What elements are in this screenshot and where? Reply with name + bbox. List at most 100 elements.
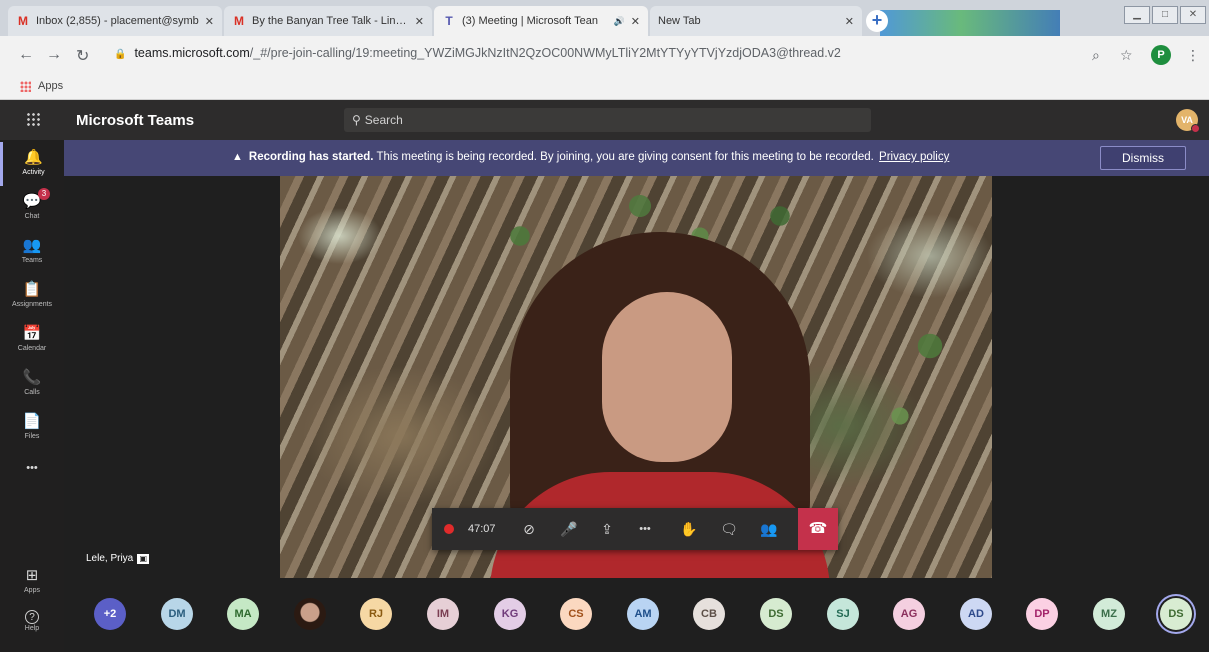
dismiss-button[interactable]: Dismiss: [1100, 146, 1186, 170]
close-window-button[interactable]: ✕: [1180, 6, 1206, 24]
participant-avatar[interactable]: DP: [1026, 598, 1058, 630]
camera-off-icon[interactable]: ⊘: [514, 508, 544, 550]
forward-arrow-icon[interactable]: →: [46, 46, 62, 64]
app-launcher-icon[interactable]: [26, 112, 40, 126]
apps-icon: ⊞: [25, 567, 39, 584]
rail-item-activity[interactable]: 🔔 Activity: [0, 142, 64, 186]
close-tab-icon[interactable]: ✕: [631, 15, 640, 28]
rail-label: Calls: [24, 389, 40, 396]
search-icon: ⚲: [352, 113, 361, 127]
tab-title: New Tab: [658, 15, 701, 27]
tab-title: By the Banyan Tree Talk - Link- (: [252, 15, 409, 27]
rail-item-help[interactable]: ? Help: [0, 604, 64, 648]
participant-avatar[interactable]: SJ: [827, 598, 859, 630]
maximize-button[interactable]: □: [1152, 6, 1178, 24]
rail-label: Teams: [21, 257, 43, 264]
participant-avatar[interactable]: AM: [627, 598, 659, 630]
unread-badge: 3: [38, 188, 50, 200]
teams-icon: T: [445, 14, 453, 28]
profile-avatar[interactable]: P: [1151, 45, 1171, 65]
rail-label: Help: [24, 625, 40, 632]
recording-notice-title: Recording has started.: [248, 151, 374, 163]
close-tab-icon[interactable]: ✕: [205, 15, 214, 28]
participant-avatar[interactable]: MZ: [1093, 598, 1125, 630]
participant-avatar[interactable]: DS: [760, 598, 792, 630]
chat-panel-icon[interactable]: 🗨: [714, 508, 744, 550]
more-participants-button[interactable]: +2: [94, 598, 126, 630]
reload-icon[interactable]: ↻: [76, 46, 89, 66]
rail-label: Chat: [24, 213, 40, 220]
tab-title: (3) Meeting | Microsoft Tean: [462, 15, 598, 27]
back-arrow-icon[interactable]: ←: [18, 46, 34, 64]
participants-icon[interactable]: 👥: [754, 508, 784, 550]
chrome-menu-icon[interactable]: ⋮: [1186, 47, 1200, 64]
close-tab-icon[interactable]: ✕: [845, 15, 854, 28]
share-screen-icon[interactable]: ⇪: [592, 508, 622, 550]
rail-item-teams[interactable]: 👥 Teams: [0, 230, 64, 274]
mic-off-icon[interactable]: 🎤: [554, 508, 584, 550]
hang-up-button[interactable]: ☎: [798, 508, 838, 550]
warning-icon: ▲: [232, 151, 243, 163]
rail-item-assignments[interactable]: 📋 Assignments: [0, 274, 64, 318]
zoom-icon[interactable]: ⌕: [1092, 47, 1100, 64]
rail-label: Calendar: [17, 345, 47, 352]
recording-indicator-icon: [444, 524, 454, 534]
bookmark-star-icon[interactable]: ☆: [1120, 47, 1133, 64]
browser-tab-new[interactable]: New Tab ✕: [650, 6, 862, 36]
tab-title: Inbox (2,855) - placement@symb: [36, 15, 199, 27]
participant-avatar[interactable]: AG: [893, 598, 925, 630]
rail-label: Files: [24, 433, 40, 440]
participant-avatar[interactable]: MA: [227, 598, 259, 630]
participant-avatar-photo[interactable]: [294, 598, 326, 630]
search-input[interactable]: ⚲ Search: [344, 108, 871, 132]
browser-tab-gmail-banyan[interactable]: M By the Banyan Tree Talk - Link- ( ✕: [224, 6, 432, 36]
lock-icon: 🔒: [114, 49, 127, 60]
participant-avatar[interactable]: DS: [1160, 598, 1192, 630]
participant-avatar[interactable]: CB: [693, 598, 725, 630]
apps-grid-icon[interactable]: [20, 81, 31, 92]
rail-item-more[interactable]: •••: [0, 452, 64, 496]
recording-notice: ▲ Recording has started. This meeting is …: [232, 151, 949, 163]
participant-avatar[interactable]: RJ: [360, 598, 392, 630]
gmail-icon: M: [18, 14, 28, 28]
calendar-icon: 📅: [22, 325, 42, 342]
privacy-policy-link[interactable]: Privacy policy: [879, 151, 949, 163]
app-rail: 🔔 Activity 💬 3 Chat 👥 Teams 📋 Assignment…: [0, 140, 64, 652]
gmail-icon: M: [234, 14, 244, 28]
participant-avatar[interactable]: CS: [560, 598, 592, 630]
user-avatar[interactable]: VA: [1176, 109, 1200, 133]
raise-hand-icon[interactable]: ✋: [674, 508, 704, 550]
participant-avatar[interactable]: DM: [161, 598, 193, 630]
teams-icon: 👥: [22, 237, 42, 254]
rail-item-apps[interactable]: ⊞ Apps: [0, 560, 64, 604]
bookmark-apps[interactable]: Apps: [38, 80, 63, 92]
rail-item-chat[interactable]: 💬 3 Chat: [0, 186, 64, 230]
more-icon: •••: [26, 462, 38, 474]
browser-tab-gmail-inbox[interactable]: M Inbox (2,855) - placement@symb ✕: [8, 6, 222, 36]
close-tab-icon[interactable]: ✕: [415, 15, 424, 28]
browser-tab-teams-meeting[interactable]: T (3) Meeting | Microsoft Tean 🔊 ✕: [434, 6, 648, 36]
participant-avatar[interactable]: KG: [494, 598, 526, 630]
speaker-name-tag: Lele, Priya ▣: [86, 553, 150, 564]
minimize-button[interactable]: ▁: [1124, 6, 1150, 24]
rail-label: Assignments: [11, 301, 53, 308]
rail-item-calendar[interactable]: 📅 Calendar: [0, 318, 64, 362]
participant-avatar[interactable]: IM: [427, 598, 459, 630]
speaker-face: [602, 292, 732, 462]
recording-notice-body: This meeting is being recorded. By joini…: [373, 151, 874, 163]
recording-banner: ▲ Recording has started. This meeting is …: [64, 140, 1209, 176]
bookmarks-bar: Apps: [0, 74, 1209, 100]
call-controls-bar: 47:07 ⊘ 🎤 ⇪ ••• ✋ 🗨 👥 ☎: [432, 508, 838, 550]
rail-item-calls[interactable]: 📞 Calls: [0, 362, 64, 406]
url-host: teams.microsoft.com: [134, 46, 250, 60]
more-actions-icon[interactable]: •••: [630, 508, 660, 550]
phone-icon: 📞: [22, 369, 42, 386]
participant-avatar[interactable]: AD: [960, 598, 992, 630]
rail-item-files[interactable]: 📄 Files: [0, 406, 64, 450]
speaker-name: Lele, Priya: [86, 553, 134, 564]
assignments-icon: 📋: [22, 281, 42, 298]
new-tab-button[interactable]: +: [866, 10, 888, 32]
url-path: /_#/pre-join-calling/19:meeting_YWZiMGJk…: [249, 46, 841, 60]
url-field[interactable]: 🔒 teams.microsoft.com/_#/pre-join-calling…: [114, 46, 1074, 66]
status-dot: [1191, 124, 1200, 133]
